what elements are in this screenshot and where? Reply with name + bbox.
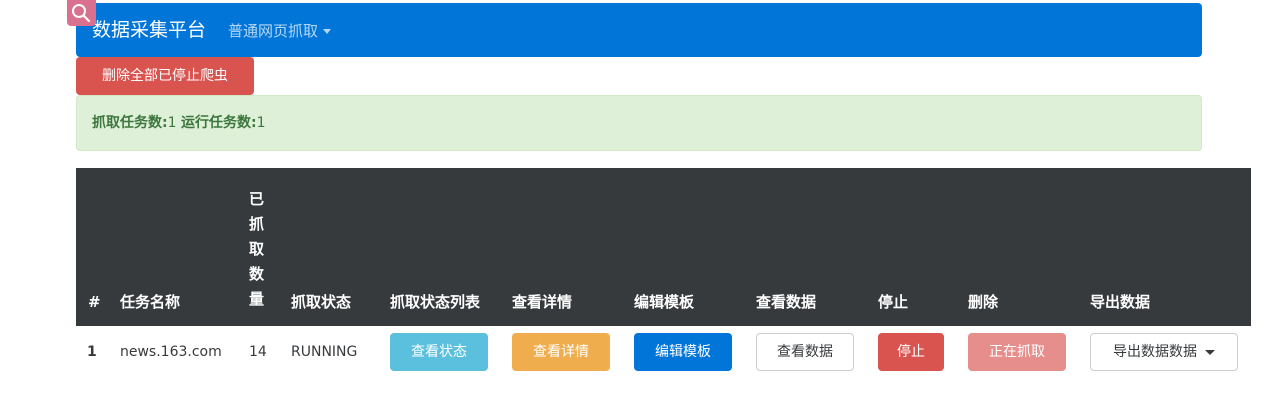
stop-button[interactable]: 停止 [878,333,944,371]
top-navbar: 数据采集平台 普通网页抓取 [76,3,1202,57]
crawl-task-count-value: 1 [167,115,177,131]
export-data-label: 导出数据数据 [1113,344,1197,360]
header-crawled-count-label: 已抓取数量 [249,190,265,308]
row-delete-cell: 正在抓取 [956,326,1078,378]
header-export-data: 导出数据 [1078,168,1251,326]
delete-button[interactable]: 正在抓取 [968,333,1066,371]
edit-template-button[interactable]: 编辑模板 [634,333,732,371]
view-details-button[interactable]: 查看详情 [512,333,610,371]
row-task-name: news.163.com [120,344,222,360]
row-crawled-count: 14 [249,344,267,360]
running-task-count-value: 1 [256,115,266,131]
header-crawl-status: 抓取状态 [279,168,378,326]
row-index: 1 [87,344,97,360]
header-delete: 删除 [956,168,1078,326]
row-stop-cell: 停止 [866,326,956,378]
table-row: 1 news.163.com 14 RUNNING 查看状态 查看详情 编辑模板… [76,326,1251,378]
delete-all-stopped-button[interactable]: 删除全部已停止爬虫 [76,57,254,95]
running-task-count-label: 运行任务数: [180,115,257,131]
table-header-row: # 任务名称 已抓取数量 抓取状态 抓取状态列表 查看详情 编辑模板 查看数据 … [76,168,1251,326]
header-index: # [76,168,108,326]
header-status-list: 抓取状态列表 [378,168,500,326]
row-edit-template-cell: 编辑模板 [622,326,744,378]
row-view-details-cell: 查看详情 [500,326,622,378]
search-icon[interactable] [67,0,96,26]
crawl-type-dropdown-label: 普通网页抓取 [228,22,319,40]
view-status-button[interactable]: 查看状态 [390,333,488,371]
chevron-down-icon [1205,349,1215,355]
header-edit-template: 编辑模板 [622,168,744,326]
header-stop: 停止 [866,168,956,326]
row-crawl-status: RUNNING [291,344,358,360]
chevron-down-icon [323,29,332,34]
row-view-data-cell: 查看数据 [744,326,866,378]
crawl-type-dropdown[interactable]: 普通网页抓取 [228,21,332,41]
row-export-cell: 导出数据数据 [1078,326,1251,378]
brand-title[interactable]: 数据采集平台 [92,18,206,42]
row-view-status-cell: 查看状态 [378,326,500,378]
task-table: # 任务名称 已抓取数量 抓取状态 抓取状态列表 查看详情 编辑模板 查看数据 … [76,168,1251,378]
export-data-dropdown-button[interactable]: 导出数据数据 [1090,333,1238,371]
header-task-name: 任务名称 [108,168,237,326]
view-data-button[interactable]: 查看数据 [756,333,854,371]
header-view-details: 查看详情 [500,168,622,326]
task-count-alert: 抓取任务数:1 运行任务数:1 [76,95,1202,151]
header-view-data: 查看数据 [744,168,866,326]
header-crawled-count: 已抓取数量 [237,168,279,326]
crawl-task-count-label: 抓取任务数: [92,115,168,131]
